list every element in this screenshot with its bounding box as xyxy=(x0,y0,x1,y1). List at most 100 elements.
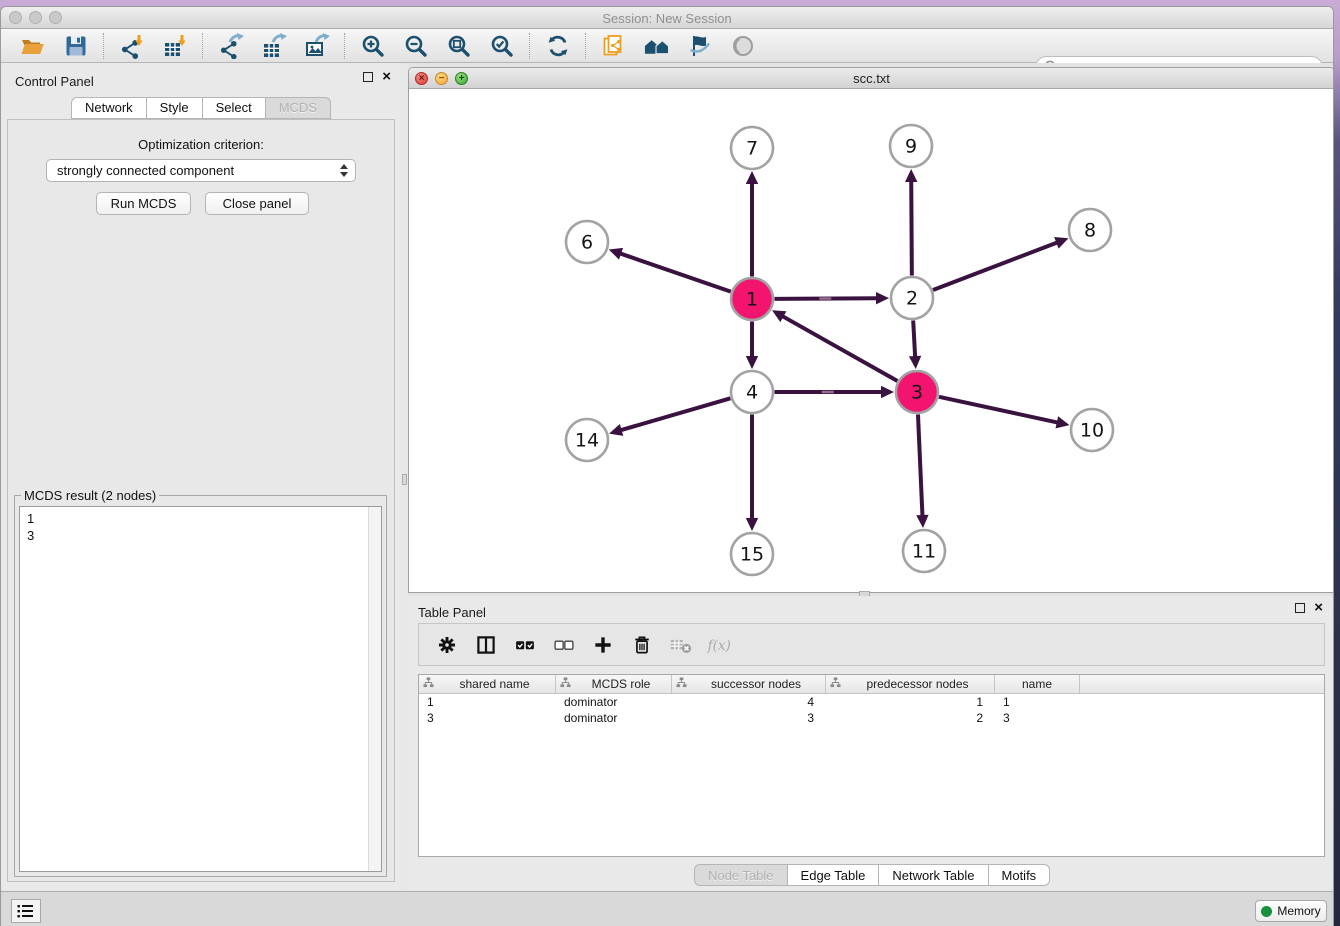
close-panel-button[interactable]: Close panel xyxy=(205,192,309,215)
workspace: Control Panel × NetworkStyleSelectMCDS O… xyxy=(1,63,1333,891)
graph-node-14[interactable]: 14 xyxy=(566,419,608,461)
graph-node-4[interactable]: 4 xyxy=(731,371,773,413)
graph-edge-4-15[interactable] xyxy=(746,415,758,532)
float-panel-icon[interactable] xyxy=(1295,603,1305,613)
select-all-icon[interactable] xyxy=(511,631,538,658)
tab-network[interactable]: Network xyxy=(71,97,147,119)
task-history-button[interactable] xyxy=(11,899,41,923)
network-frame-titlebar[interactable]: × − + scc.txt xyxy=(409,68,1334,89)
import-network-icon[interactable] xyxy=(118,32,145,59)
save-icon[interactable] xyxy=(62,32,89,59)
graph-node-2[interactable]: 2 xyxy=(891,277,933,319)
app-window: Session: New Session Control Panel × Net… xyxy=(0,6,1334,926)
graph-node-label: 11 xyxy=(912,541,936,563)
column-header-shared-name[interactable]: shared name xyxy=(419,675,556,693)
toolbar-separator xyxy=(529,33,530,59)
split-panel-icon[interactable] xyxy=(472,631,499,658)
export-image-icon[interactable] xyxy=(303,32,330,59)
zoom-fit-icon[interactable] xyxy=(445,32,472,59)
graph-node-11[interactable]: 11 xyxy=(903,530,945,572)
function-builder-icon: f(x) xyxy=(706,631,733,658)
tab-edge-table[interactable]: Edge Table xyxy=(787,864,880,886)
graph-node-7[interactable]: 7 xyxy=(731,127,773,169)
window-title: Session: New Session xyxy=(1,11,1333,26)
graph-edge-1-2[interactable] xyxy=(774,292,889,304)
table-cell: 4 xyxy=(672,695,826,709)
vertical-split-divider[interactable] xyxy=(401,63,408,891)
column-header-predecessor-nodes[interactable]: predecessor nodes xyxy=(826,675,995,693)
tab-mcds[interactable]: MCDS xyxy=(265,97,331,119)
tab-select[interactable]: Select xyxy=(202,97,266,119)
flag-icon[interactable] xyxy=(686,32,713,59)
graph-edge-1-4[interactable] xyxy=(746,322,758,370)
result-scrollbar[interactable] xyxy=(368,507,381,871)
memory-button[interactable]: Memory xyxy=(1255,900,1327,922)
tree-icon xyxy=(676,677,687,691)
graph-edge-3-10[interactable] xyxy=(939,397,1070,429)
graph-node-9[interactable]: 9 xyxy=(890,125,932,167)
graph-node-label: 1 xyxy=(746,289,758,311)
criterion-select[interactable]: strongly connected component xyxy=(46,159,356,182)
graph-node-8[interactable]: 8 xyxy=(1069,209,1111,251)
list-icon xyxy=(17,903,35,919)
export-network-icon[interactable] xyxy=(217,32,244,59)
tab-node-table[interactable]: Node Table xyxy=(694,864,788,886)
import-table-icon[interactable] xyxy=(161,32,188,59)
refresh-icon[interactable] xyxy=(544,32,571,59)
eye-icon[interactable] xyxy=(729,32,756,59)
toolbar-separator xyxy=(344,33,345,59)
graph-edge-4-14[interactable] xyxy=(609,398,730,436)
column-header-MCDS-role[interactable]: MCDS role xyxy=(556,675,672,693)
graph-edge-2-8[interactable] xyxy=(933,237,1068,290)
graph-edge-1-7[interactable] xyxy=(746,171,758,277)
float-panel-icon[interactable] xyxy=(363,72,373,82)
tab-network-table[interactable]: Network Table xyxy=(878,864,988,886)
network-canvas[interactable]: 7 9 6 8 1 2 4 3 14 10 15 11 xyxy=(409,89,1334,593)
table-cell: 1 xyxy=(419,695,556,709)
deselect-all-icon[interactable] xyxy=(550,631,577,658)
graph-node-label: 15 xyxy=(740,544,764,566)
tab-style[interactable]: Style xyxy=(146,97,203,119)
graph-edge-2-9[interactable] xyxy=(905,169,917,276)
open-folder-icon[interactable] xyxy=(19,32,46,59)
clone-network-icon[interactable] xyxy=(600,32,627,59)
zoom-out-icon[interactable] xyxy=(402,32,429,59)
graph-edge-3-11[interactable] xyxy=(916,414,928,528)
zoom-selected-icon[interactable] xyxy=(488,32,515,59)
graph-edge-3-1[interactable] xyxy=(772,310,897,381)
table-panel: Table Panel × f(x) shared nameMCDS roles… xyxy=(408,596,1334,891)
mcds-result-group: MCDS result (2 nodes) 1 3 xyxy=(14,495,387,877)
export-table-icon[interactable] xyxy=(260,32,287,59)
add-row-icon[interactable] xyxy=(589,631,616,658)
column-label: name xyxy=(999,677,1075,691)
close-panel-icon[interactable]: × xyxy=(382,72,391,82)
graph-node-6[interactable]: 6 xyxy=(566,221,608,263)
graph-edge-2-3[interactable] xyxy=(909,320,921,369)
close-panel-icon[interactable]: × xyxy=(1314,603,1323,613)
graph-edge-1-6[interactable] xyxy=(609,248,731,292)
graph-node-1[interactable]: 1 xyxy=(731,278,773,320)
table-row[interactable]: 1dominator411 xyxy=(419,694,1324,710)
delete-row-icon[interactable] xyxy=(628,631,655,658)
run-mcds-button[interactable]: Run MCDS xyxy=(96,192,191,215)
graph-node-10[interactable]: 10 xyxy=(1071,409,1113,451)
edge-label-mark xyxy=(819,297,831,300)
settings-gear-icon[interactable] xyxy=(433,631,460,658)
network-title: scc.txt xyxy=(409,71,1334,86)
tab-motifs[interactable]: Motifs xyxy=(988,864,1051,886)
column-header-name[interactable]: name xyxy=(995,675,1080,693)
column-header-successor-nodes[interactable]: successor nodes xyxy=(672,675,826,693)
table-row[interactable]: 3dominator323 xyxy=(419,710,1324,726)
table-cell: 3 xyxy=(419,711,556,725)
mcds-result-area[interactable]: 1 3 xyxy=(19,506,382,872)
graph-node-3[interactable]: 3 xyxy=(896,371,938,413)
divider-grip[interactable] xyxy=(402,474,407,485)
graph-node-15[interactable]: 15 xyxy=(731,533,773,575)
zoom-in-icon[interactable] xyxy=(359,32,386,59)
network-view-frame: × − + scc.txt 7 9 6 8 1 2 4 3 14 10 15 11 xyxy=(408,67,1334,593)
home-icon[interactable] xyxy=(643,32,670,59)
graph-node-label: 6 xyxy=(581,232,593,254)
graph-edge-4-3[interactable] xyxy=(775,386,895,398)
tree-icon xyxy=(830,677,841,691)
toolbar-separator xyxy=(585,33,586,59)
